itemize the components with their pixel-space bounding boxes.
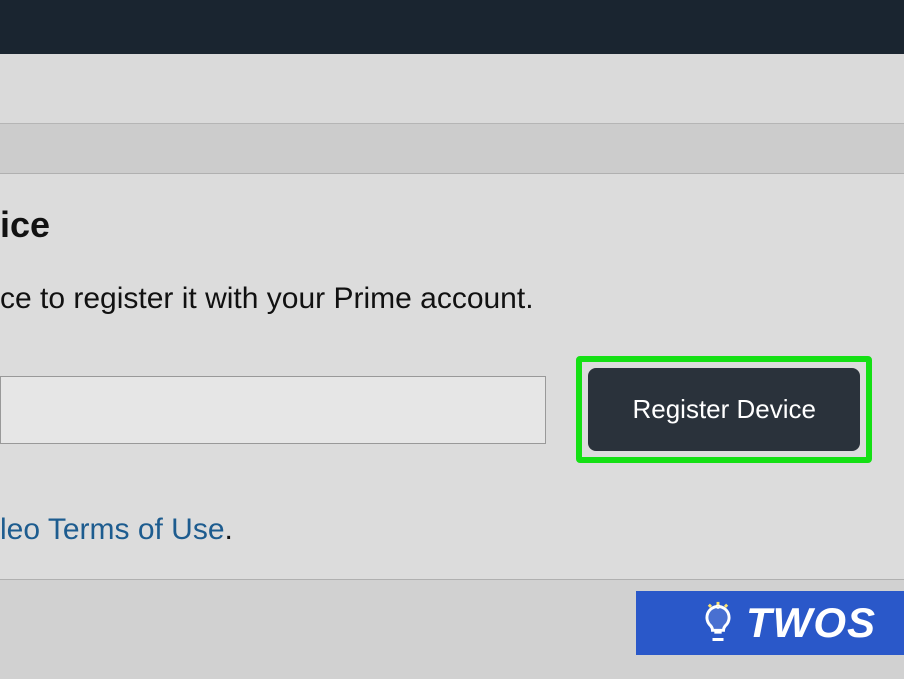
main-content: ice ce to register it with your Prime ac… [0,174,904,580]
registration-code-input[interactable] [0,376,546,444]
top-nav-bar [0,0,904,54]
page-title: ice [0,204,904,260]
page-subtext: ce to register it with your Prime accoun… [0,260,904,356]
divider [0,579,904,580]
section-band-1 [0,54,904,124]
section-band-2 [0,124,904,174]
watermark-badge: TWOS [636,591,904,655]
register-row: Register Device [0,356,904,463]
register-button-highlight: Register Device [576,356,872,463]
lightbulb-icon [696,601,740,645]
terms-row: leo Terms of Use. [0,463,904,571]
terms-of-use-link[interactable]: leo Terms of Use [0,513,225,546]
period: . [225,513,233,546]
register-device-button[interactable]: Register Device [588,368,860,451]
watermark-text: TWOS [746,599,876,647]
